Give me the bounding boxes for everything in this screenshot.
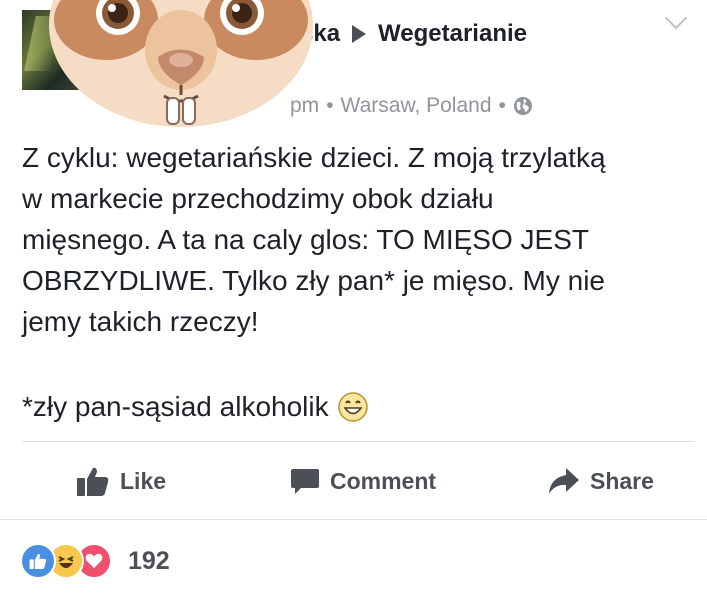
thumbs-up-icon (77, 467, 109, 496)
post-line: w markecie przechodzimy obok działu (22, 183, 494, 214)
share-label: Share (590, 467, 654, 494)
hamster-sticker (49, 0, 313, 127)
post-line: Z cyklu: wegetariańskie dzieci. Z moją t… (22, 142, 606, 173)
like-label: Like (120, 467, 167, 494)
post-line: mięsnego. A ta na caly glos: TO MIĘSO JE… (22, 224, 589, 255)
reaction-summary[interactable]: 192 (20, 542, 170, 580)
comment-button[interactable]: Comment (290, 458, 436, 504)
globe-icon (513, 97, 532, 115)
post-body: Z cyklu: wegetariańskie dzieci. Z moją t… (22, 137, 702, 342)
meta-separator: • (326, 94, 334, 117)
facebook-post: ska Wegetarianie pm • Warsaw, Poland • Z… (0, 0, 707, 599)
post-location[interactable]: Warsaw, Poland (341, 94, 492, 118)
comment-label: Comment (330, 467, 437, 494)
reaction-count[interactable]: 192 (128, 547, 170, 576)
share-button[interactable]: Share (548, 458, 654, 504)
meta-separator: • (498, 94, 506, 117)
like-icon (20, 543, 56, 579)
post-line: jemy takich rzeczy! (22, 306, 259, 337)
divider (22, 441, 694, 442)
share-arrow-icon (549, 468, 579, 494)
divider (0, 519, 707, 520)
post-line: OBRZYDLIWE. Tylko zły pan* je mięso. My … (22, 265, 605, 296)
post-meta: pm • Warsaw, Poland • (290, 90, 533, 122)
post-header: ska Wegetarianie (300, 17, 527, 51)
arrow-right-icon (352, 25, 367, 43)
like-button[interactable]: Like (76, 458, 166, 504)
comment-bubble-icon (291, 469, 319, 494)
group-name[interactable]: Wegetarianie (378, 20, 527, 48)
footnote-text: *zły pan-sąsiad alkoholik (22, 391, 329, 422)
post-footnote: *zły pan-sąsiad alkoholik (22, 386, 369, 427)
chevron-down-icon[interactable] (664, 6, 688, 30)
grinning-emoji-icon (337, 391, 368, 422)
